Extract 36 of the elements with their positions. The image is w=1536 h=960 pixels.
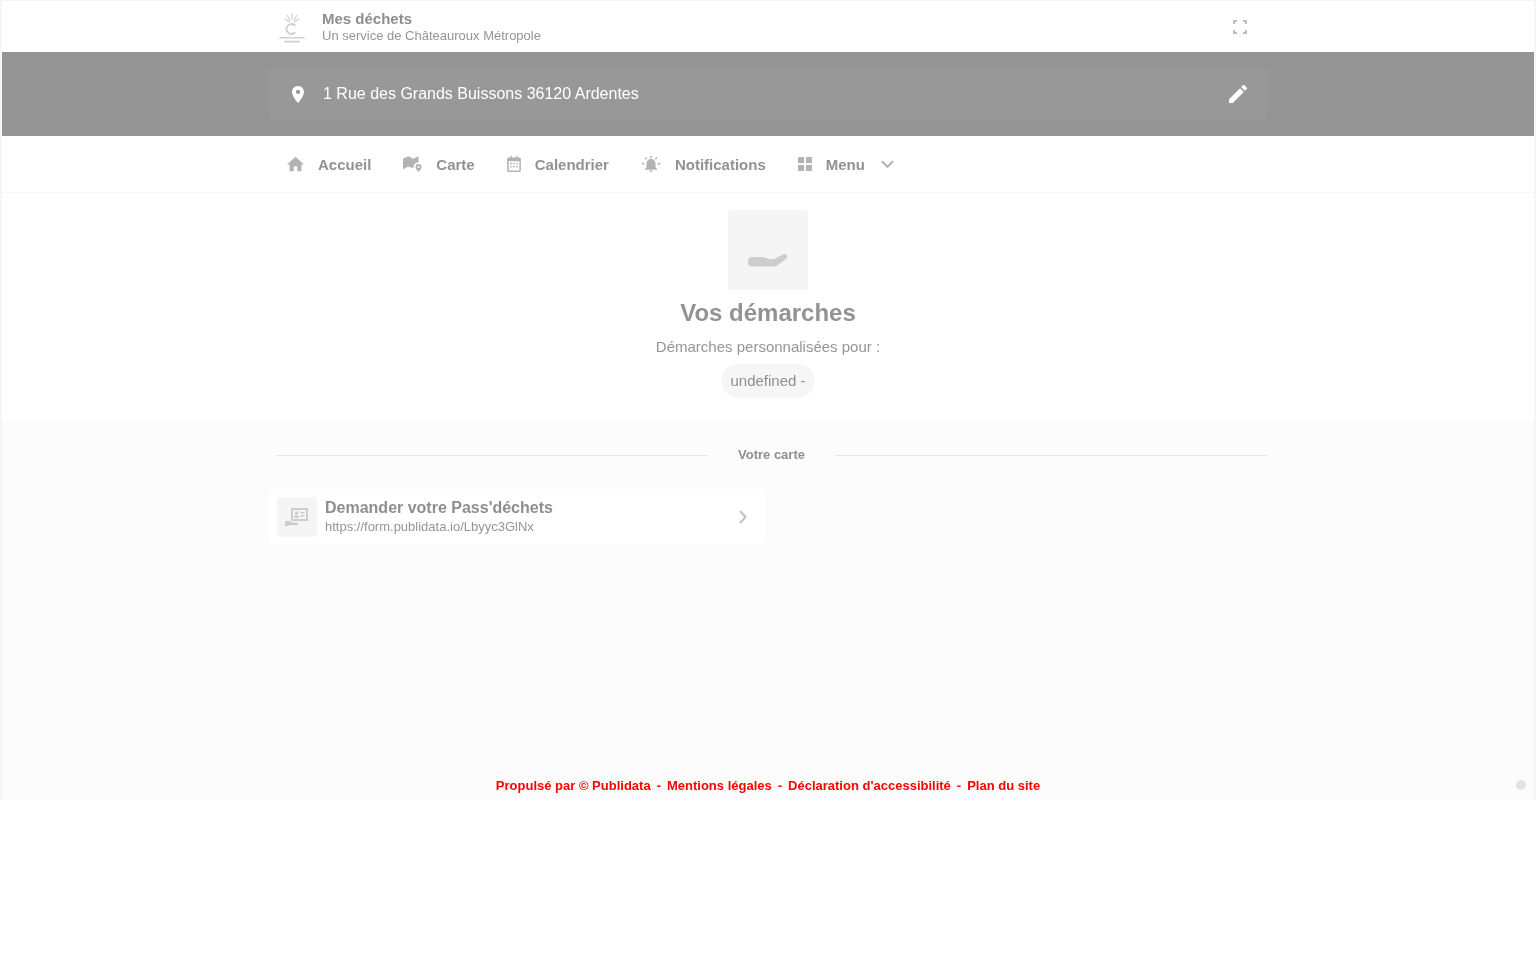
- section-subtitle: Démarches personnalisées pour :: [655, 338, 881, 356]
- address-tag: undefined -: [721, 364, 815, 398]
- app-subtitle: Un service de Châteauroux Métropole: [322, 27, 542, 44]
- footer-link[interactable]: Plan du site: [967, 777, 1041, 793]
- home-icon: [287, 156, 304, 172]
- id-card-icon: [277, 497, 317, 537]
- hand-icon: [728, 210, 808, 290]
- footer-link[interactable]: Déclaration d'accessibilité: [788, 777, 951, 793]
- nav-tab[interactable]: Notifications: [640, 155, 766, 173]
- footer-separator: -: [777, 777, 783, 793]
- app-title: Mes déchets: [322, 9, 414, 28]
- footer-separator: -: [656, 777, 661, 793]
- pencil-icon: [1229, 85, 1247, 103]
- nav-tab[interactable]: Menu: [797, 155, 894, 173]
- nav-tab[interactable]: Calendrier: [506, 155, 609, 173]
- bell-icon: [640, 156, 661, 172]
- nav-tab[interactable]: Carte: [403, 155, 475, 173]
- location-pin-icon: [292, 85, 304, 103]
- card-title: Demander votre Pass'déchets: [325, 498, 554, 518]
- footer-link[interactable]: Mentions légales: [666, 777, 772, 793]
- logo-icon: [277, 12, 307, 43]
- grid-icon: [797, 157, 812, 171]
- dot-icon: [1516, 780, 1526, 790]
- fullscreen-button[interactable]: [1233, 19, 1247, 34]
- card-url: https://form.publidata.io/Lbyyc3GlNx: [325, 518, 535, 536]
- section-title: Vos démarches: [680, 298, 856, 328]
- map-icon: [403, 156, 423, 172]
- address-text: 1 Rue des Grands Buissons 36120 Ardentes: [323, 85, 640, 103]
- edit-address-button[interactable]: [1229, 85, 1247, 103]
- footer-separator: -: [956, 777, 962, 793]
- fullscreen-icon: [1233, 19, 1247, 34]
- calendar-icon: [506, 156, 521, 172]
- chevron-right-icon: [739, 510, 747, 524]
- footer-link[interactable]: Propulsé par © Publidata: [495, 777, 651, 793]
- section-heading: Votre carte: [738, 446, 805, 464]
- nav-tab[interactable]: Accueil: [287, 155, 372, 173]
